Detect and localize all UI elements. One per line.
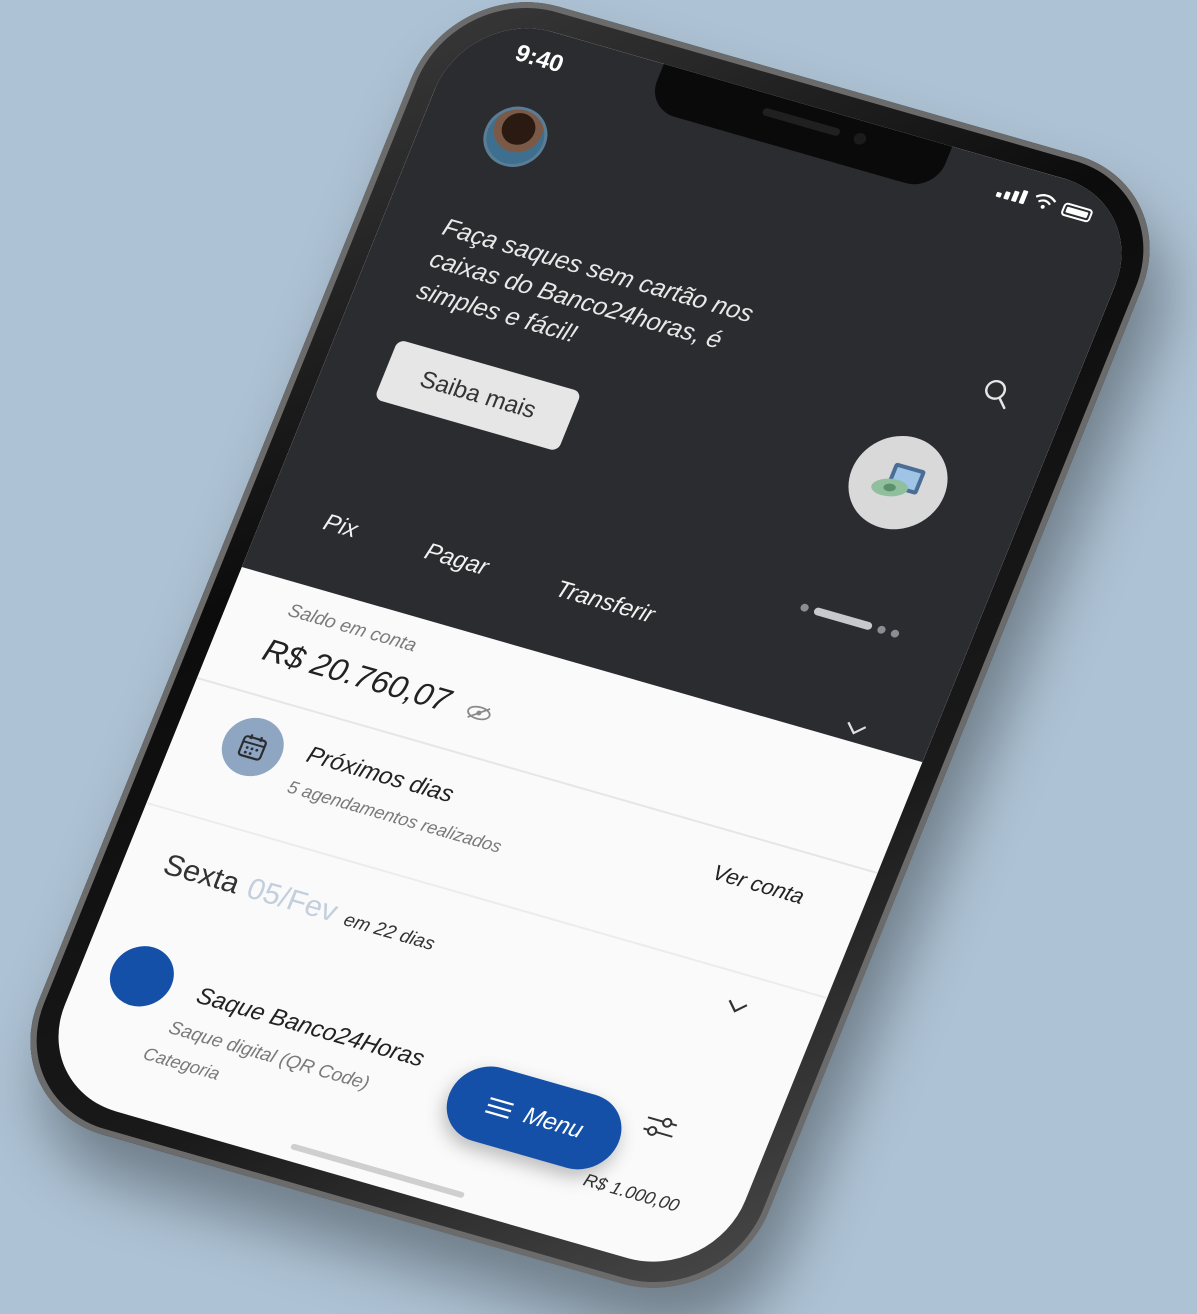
signal-icon: [995, 183, 1029, 205]
day-date: 05/Fev: [241, 872, 343, 929]
quick-action-pagar[interactable]: Pagar: [420, 538, 493, 582]
hide-balance-icon[interactable]: [463, 701, 495, 725]
camera: [851, 131, 868, 147]
hamburger-icon: [484, 1097, 515, 1119]
speaker: [761, 107, 842, 137]
wifi-icon: [1035, 194, 1057, 209]
upcoming-section[interactable]: Próximos dias 5 agendamentos realizados …: [201, 710, 831, 966]
day-header: Sexta05/Fevem 22 dias: [158, 848, 441, 957]
carousel-indicator[interactable]: [799, 602, 901, 639]
lock-icon: [42, 1136, 65, 1162]
day-weekday: Sexta: [158, 848, 245, 901]
chevron-down-icon[interactable]: [723, 998, 749, 1017]
transaction-icon: [100, 938, 184, 1014]
battery-icon: [1059, 201, 1094, 224]
cash-machine-icon: [871, 462, 926, 497]
quick-action-pix[interactable]: Pix: [319, 509, 361, 544]
transaction-amount: R$ 1.000,00: [580, 1169, 683, 1216]
avatar[interactable]: [473, 99, 557, 175]
calendar-icon-circle: [212, 710, 293, 784]
phone-device: 9:40 Faça saques sem cartão nos caixas d…: [0, 0, 1184, 1314]
search-icon[interactable]: [977, 375, 1017, 411]
calendar-icon: [237, 734, 267, 761]
status-icons: [995, 181, 1094, 224]
promo-illustration: [833, 424, 963, 541]
quick-action-transferir[interactable]: Transferir: [551, 575, 658, 629]
saiba-mais-button[interactable]: Saiba mais: [374, 339, 582, 452]
day-relative: em 22 dias: [340, 909, 438, 955]
menu-label: Menu: [519, 1102, 588, 1144]
filter-sliders-icon[interactable]: [638, 1108, 682, 1145]
status-time: 9:40: [511, 39, 568, 79]
ver-conta-link[interactable]: Ver conta: [709, 860, 808, 910]
